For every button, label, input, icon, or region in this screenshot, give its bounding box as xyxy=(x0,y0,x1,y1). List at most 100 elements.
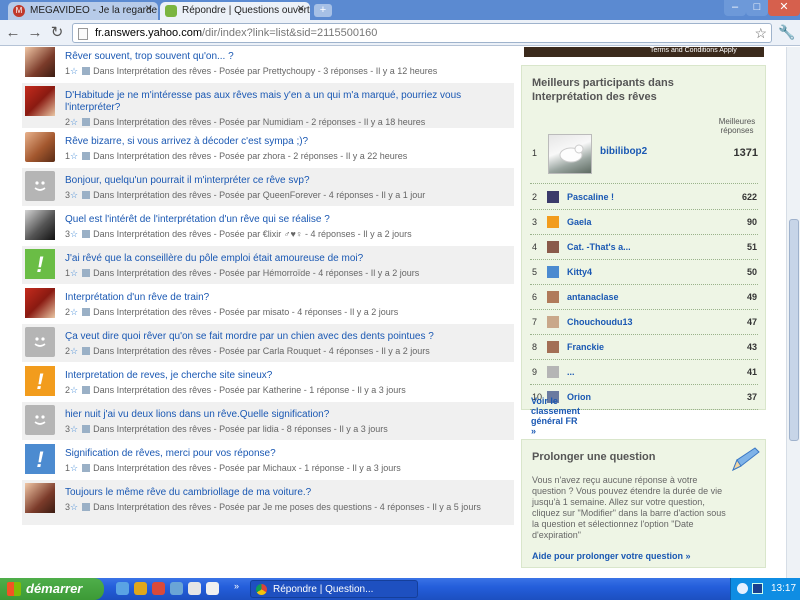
tab-title: Répondre | Questions ouverte xyxy=(182,5,310,16)
panel-heading: Prolonger une question xyxy=(532,451,656,463)
question-link[interactable]: Signification de rêves, merci pour vos r… xyxy=(65,448,505,460)
rank-number: 5 xyxy=(532,267,538,277)
user-name-link[interactable]: antanaclase xyxy=(567,292,619,302)
tray-app-icon[interactable] xyxy=(737,583,748,594)
user-mini-avatar[interactable] xyxy=(547,291,559,303)
user-name-link[interactable]: Cat. -That's a... xyxy=(567,242,631,252)
user-name-link[interactable]: Kitty4 xyxy=(567,267,592,277)
rank-number: 1 xyxy=(532,148,538,158)
question-link[interactable]: Rêve bizarre, si vous arrivez à décoder … xyxy=(65,136,505,148)
user-avatar[interactable] xyxy=(25,483,55,513)
question-link[interactable]: J'ai rêvé que la conseillère du pôle emp… xyxy=(65,253,505,265)
tab-megavideo[interactable]: M MEGAVIDEO - Je la regarde ✕ xyxy=(8,2,158,20)
user-avatar[interactable] xyxy=(25,86,55,116)
user-mini-avatar[interactable] xyxy=(547,191,559,203)
star-icon: ☆ xyxy=(70,424,79,434)
exclamation-avatar-icon[interactable]: ! xyxy=(25,444,55,474)
question-link[interactable]: hier nuit j'ai vu deux lions dans un rêv… xyxy=(65,409,505,421)
quicklaunch-app-icon[interactable] xyxy=(188,582,201,595)
user-name-link[interactable]: Pascaline ! xyxy=(567,192,614,202)
question-link[interactable]: Rêver souvent, trop souvent qu'on... ? xyxy=(65,51,505,63)
question-link[interactable]: Bonjour, quelqu'un pourrait il m'interpr… xyxy=(65,175,505,187)
quicklaunch-ie-icon[interactable] xyxy=(116,582,129,595)
user-mini-avatar[interactable] xyxy=(547,266,559,278)
question-meta: 1☆ Dans Interprétation des rêves - Posée … xyxy=(65,463,401,473)
exclamation-avatar-icon[interactable]: ! xyxy=(25,366,55,396)
question-meta: 1☆ Dans Interprétation des rêves - Posée … xyxy=(65,66,438,76)
question-link[interactable]: Interprétation d'un rêve de train? xyxy=(65,292,505,304)
user-mini-avatar[interactable] xyxy=(547,366,559,378)
maximize-icon[interactable]: □ xyxy=(746,0,768,16)
question-link[interactable]: Interpretation de reves, je cherche site… xyxy=(65,370,505,382)
minimize-icon[interactable]: – xyxy=(724,0,746,16)
star-icon: ☆ xyxy=(70,117,79,127)
tab-title: MEGAVIDEO - Je la regarde xyxy=(30,5,158,16)
top-user-avatar[interactable] xyxy=(548,134,592,174)
taskbar: démarrer » Répondre | Question... 13:17 xyxy=(0,578,800,600)
question-link[interactable]: Quel est l'intérêt de l'interprétation d… xyxy=(65,214,505,226)
leaderboard-row: 7 Chouchoudu13 47 xyxy=(530,310,758,335)
user-mini-avatar[interactable] xyxy=(547,216,559,228)
star-icon: ☆ xyxy=(70,307,79,317)
user-avatar[interactable] xyxy=(25,47,55,77)
chevron-right-icon[interactable]: » xyxy=(234,581,239,591)
top-contributors-panel: Meilleurs participants dans Interprétati… xyxy=(521,65,766,410)
question-meta: 1☆ Dans Interprétation des rêves - Posée … xyxy=(65,151,408,161)
reload-icon[interactable]: ↻ xyxy=(48,24,66,42)
leaderboard-row: 8 Franckie 43 xyxy=(530,335,758,360)
scrollbar-thumb[interactable] xyxy=(789,219,799,441)
default-avatar-icon[interactable] xyxy=(25,405,55,435)
user-avatar[interactable] xyxy=(25,132,55,162)
tray-network-icon[interactable] xyxy=(752,583,763,594)
close-tab-icon[interactable]: ✕ xyxy=(145,4,153,15)
question-row: Interprétation d'un rêve de train? 2☆ Dan… xyxy=(22,285,514,324)
category-icon xyxy=(82,269,91,277)
question-list: Rêver souvent, trop souvent qu'on... ? 1… xyxy=(22,47,514,526)
prolong-question-panel: Prolonger une question Vous n'avez reçu … xyxy=(521,439,766,568)
bookmark-star-icon[interactable]: ☆ xyxy=(754,25,767,42)
forward-arrow-icon[interactable]: → xyxy=(26,24,44,42)
user-score: 47 xyxy=(746,317,757,327)
prolong-help-link[interactable]: Aide pour prolonger votre question » xyxy=(532,551,691,561)
address-bar[interactable]: fr.answers.yahoo.com/dir/index?link=list… xyxy=(72,23,772,43)
user-score: 51 xyxy=(746,242,757,252)
url-text[interactable]: fr.answers.yahoo.com/dir/index?link=list… xyxy=(95,27,377,39)
user-mini-avatar[interactable] xyxy=(547,241,559,253)
default-avatar-icon[interactable] xyxy=(25,171,55,201)
back-arrow-icon[interactable]: ← xyxy=(4,24,22,42)
question-row: D'Habitude je ne m'intéresse pas aux rêv… xyxy=(22,83,514,129)
user-name-link[interactable]: ... xyxy=(567,367,575,377)
quicklaunch-folder-icon[interactable] xyxy=(134,582,147,595)
taskbar-window-button[interactable]: Répondre | Question... xyxy=(250,580,418,598)
top-user-name-link[interactable]: bibilibop2 xyxy=(600,146,647,157)
question-link[interactable]: Toujours le même rêve du cambriollage de… xyxy=(65,487,505,499)
start-button[interactable]: démarrer xyxy=(0,578,104,600)
close-tab-icon[interactable]: ✕ xyxy=(297,4,305,15)
user-avatar[interactable] xyxy=(25,288,55,318)
close-window-icon[interactable]: ✕ xyxy=(768,0,800,16)
user-mini-avatar[interactable] xyxy=(547,341,559,353)
quicklaunch-chrome-icon[interactable] xyxy=(206,582,219,595)
user-name-link[interactable]: Franckie xyxy=(567,342,604,352)
wrench-menu-icon[interactable]: 🔧 xyxy=(778,24,795,41)
tab-yahoo-answers[interactable]: Répondre | Questions ouverte ✕ xyxy=(160,2,310,20)
user-avatar[interactable] xyxy=(25,210,55,240)
question-meta: 3☆ Dans Interprétation des rêves - Posée … xyxy=(65,229,412,239)
question-link[interactable]: D'Habitude je ne m'intéresse pas aux rêv… xyxy=(65,90,505,114)
question-link[interactable]: Ça veut dire quoi rêver qu'on se fait mo… xyxy=(65,331,505,343)
quicklaunch-media-icon[interactable] xyxy=(152,582,165,595)
rank-number: 4 xyxy=(532,242,538,252)
user-name-link[interactable]: Gaela xyxy=(567,217,592,227)
overall-ranking-link[interactable]: Voir le classement général FR » xyxy=(531,396,580,436)
user-mini-avatar[interactable] xyxy=(547,316,559,328)
user-name-link[interactable]: Chouchoudu13 xyxy=(567,317,633,327)
question-meta: 1☆ Dans Interprétation des rêves - Posée … xyxy=(65,268,420,278)
ad-terms-link[interactable]: Terms and Conditions Apply xyxy=(650,47,737,54)
vertical-scrollbar[interactable] xyxy=(786,47,800,578)
user-score: 41 xyxy=(746,367,757,377)
exclamation-avatar-icon[interactable]: ! xyxy=(25,249,55,279)
new-tab-button[interactable]: + xyxy=(314,4,332,17)
star-icon: ☆ xyxy=(70,190,79,200)
default-avatar-icon[interactable] xyxy=(25,327,55,357)
quicklaunch-messenger-icon[interactable] xyxy=(170,582,183,595)
